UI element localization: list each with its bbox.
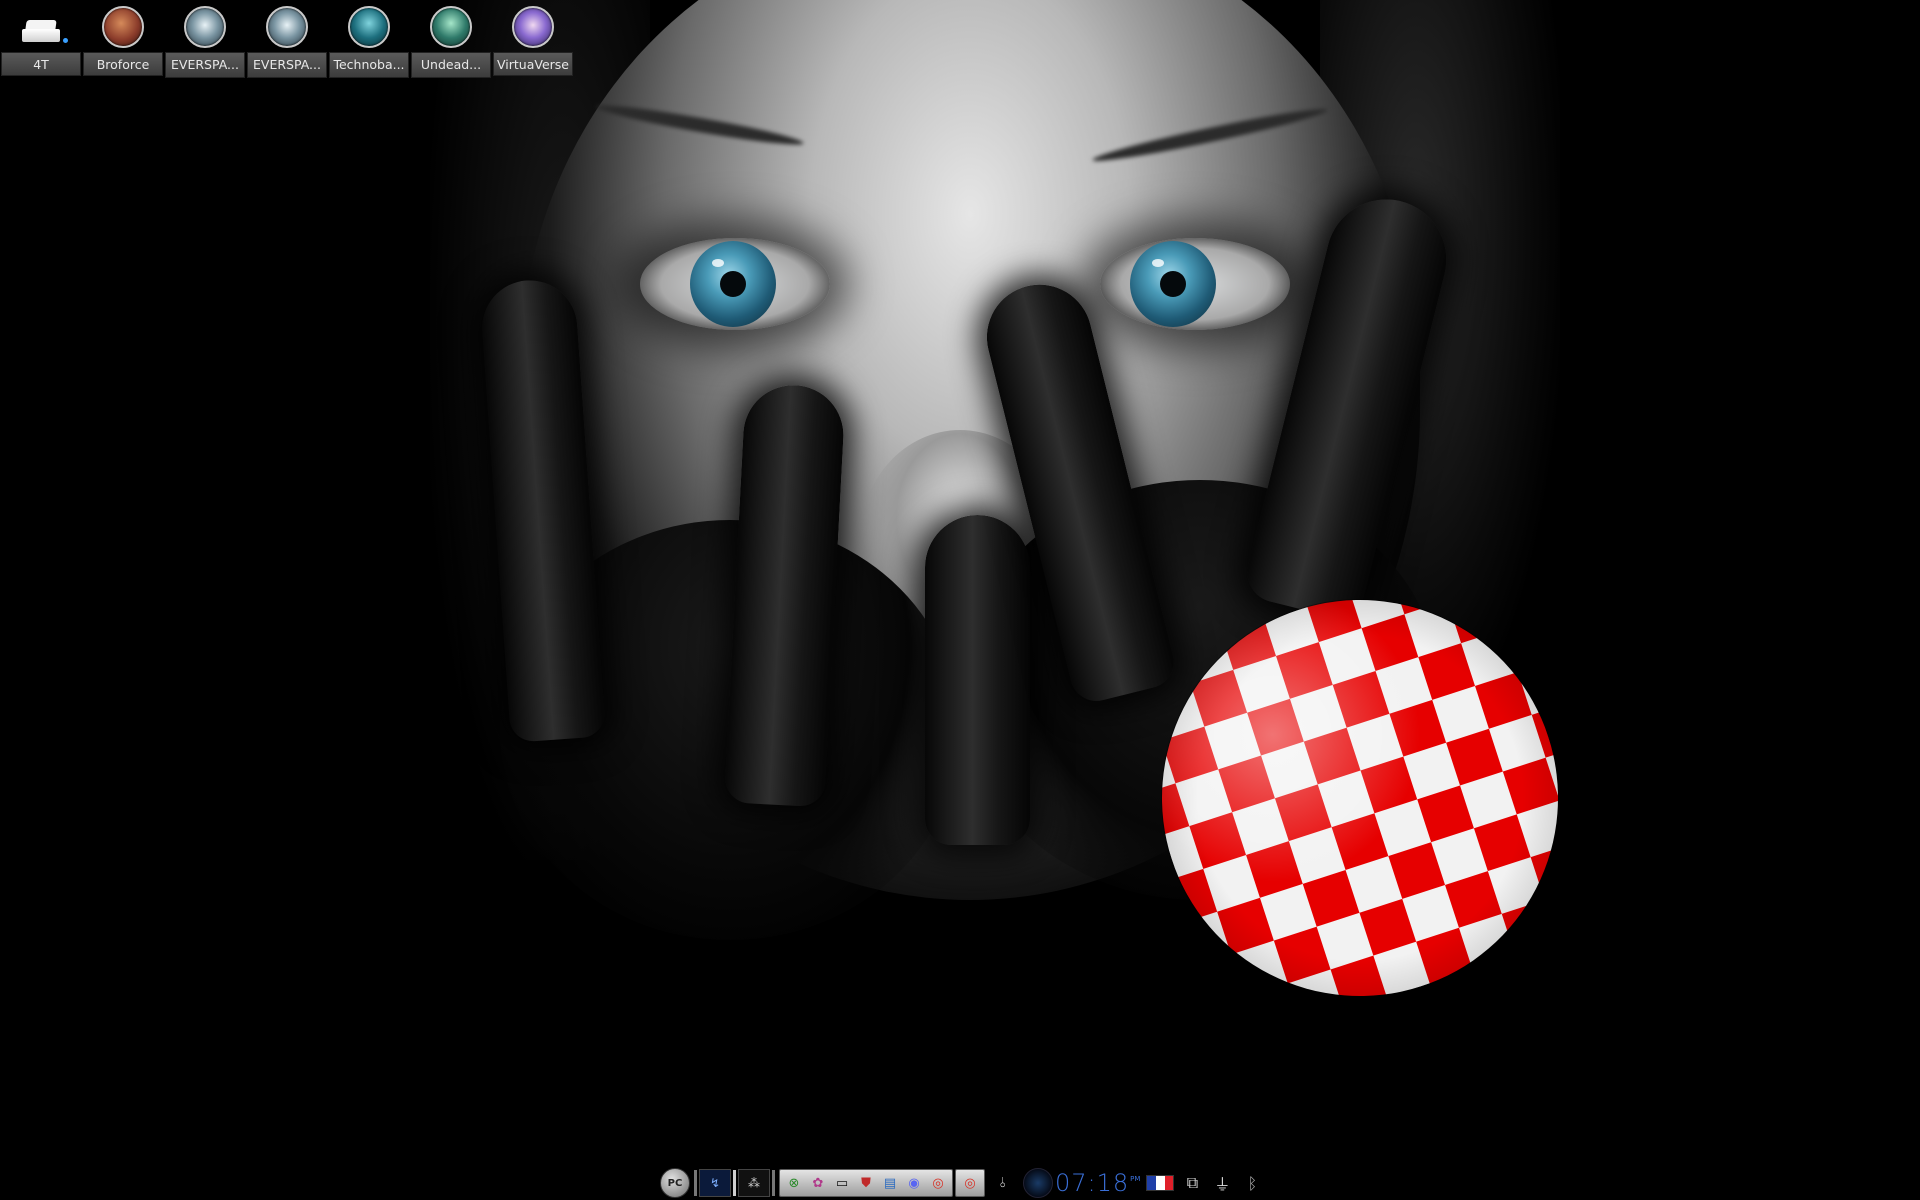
broforce-game-icon: [102, 6, 144, 48]
clock-time: 07:18: [1055, 1169, 1130, 1197]
pin-icon[interactable]: ⫰: [991, 1170, 1015, 1196]
desktop-icon-technobabylon[interactable]: Technoba...: [328, 0, 410, 80]
taskbar-window-1[interactable]: ↯: [699, 1169, 731, 1197]
desktop-icon-everspace-2[interactable]: EVERSPA...: [246, 0, 328, 80]
language-flag-icon[interactable]: [1146, 1175, 1175, 1191]
desktop-icon-undead[interactable]: Undead...: [410, 0, 492, 80]
virtuaverse-game-icon: [512, 6, 554, 48]
desktop-icon-everspace-1[interactable]: EVERSPA...: [164, 0, 246, 80]
desktop-icon-label: EVERSPA...: [165, 52, 245, 78]
everspace-game-icon: [184, 6, 226, 48]
start-button[interactable]: PC: [660, 1168, 690, 1198]
xbox-icon[interactable]: ⊗: [783, 1172, 805, 1194]
wallpaper-eye-left: [640, 238, 830, 330]
desktop: 4T Broforce EVERSPA... EVERSPA... Techno…: [0, 0, 1920, 1200]
separator: [694, 1170, 697, 1196]
desktop-icon-broforce[interactable]: Broforce: [82, 0, 164, 80]
undead-game-icon: [430, 6, 472, 48]
wallpaper: [0, 0, 1920, 1200]
monitor-icon[interactable]: ▤: [879, 1172, 901, 1194]
desktop-icon-label: Broforce: [83, 52, 163, 76]
window-blue-icon: ↯: [709, 1176, 721, 1190]
wallpaper-finger: [925, 515, 1030, 845]
hard-drive-icon: [22, 20, 68, 43]
quick-launch: ⊗ ✿ ▭ ⛊ ▤ ◉ ◎: [779, 1169, 953, 1197]
pinned-app: ◎: [955, 1169, 985, 1197]
discord-icon[interactable]: ◉: [903, 1172, 925, 1194]
clock[interactable]: 07:18 PM: [1023, 1168, 1140, 1198]
shield-icon[interactable]: ⛊: [855, 1172, 877, 1194]
separator: [733, 1170, 736, 1196]
desktop-icon-label: 4T: [1, 52, 81, 76]
palette-icon[interactable]: ✿: [807, 1172, 829, 1194]
desktop-icon-label: Technoba...: [329, 52, 409, 78]
clock-ampm: PM: [1130, 1175, 1141, 1183]
separator: [772, 1170, 775, 1196]
windows-stack-icon[interactable]: ⧉: [1180, 1170, 1204, 1196]
chrome-icon[interactable]: ◎: [959, 1172, 981, 1194]
desktop-icon-label: EVERSPA...: [247, 52, 327, 78]
technobabylon-game-icon: [348, 6, 390, 48]
desktop-icon-4t[interactable]: 4T: [0, 0, 82, 80]
clock-orb-icon: [1023, 1168, 1053, 1198]
window-dark-icon: ⁂: [748, 1176, 760, 1190]
chrome-icon[interactable]: ◎: [927, 1172, 949, 1194]
usb-icon[interactable]: ⏚: [1210, 1170, 1234, 1196]
desktop-icons: 4T Broforce EVERSPA... EVERSPA... Techno…: [0, 0, 574, 80]
desktop-icon-label: Undead...: [411, 52, 491, 78]
bluetooth-icon[interactable]: ᛒ: [1240, 1170, 1264, 1196]
desktop-icon-virtuaverse[interactable]: VirtuaVerse: [492, 0, 574, 80]
computer-icon[interactable]: ▭: [831, 1172, 853, 1194]
desktop-icon-label: VirtuaVerse: [493, 52, 573, 76]
open-windows: ↯ ⁂: [692, 1169, 777, 1197]
everspace-game-icon: [266, 6, 308, 48]
wallpaper-eye-right: [1100, 238, 1290, 330]
taskbar-window-2[interactable]: ⁂: [738, 1169, 770, 1197]
taskbar: PC ↯ ⁂ ⊗ ✿ ▭ ⛊ ▤ ◉ ◎ ◎ ⫰ 07:18 PM ⧉ ⏚ ᛒ: [660, 1168, 1264, 1198]
